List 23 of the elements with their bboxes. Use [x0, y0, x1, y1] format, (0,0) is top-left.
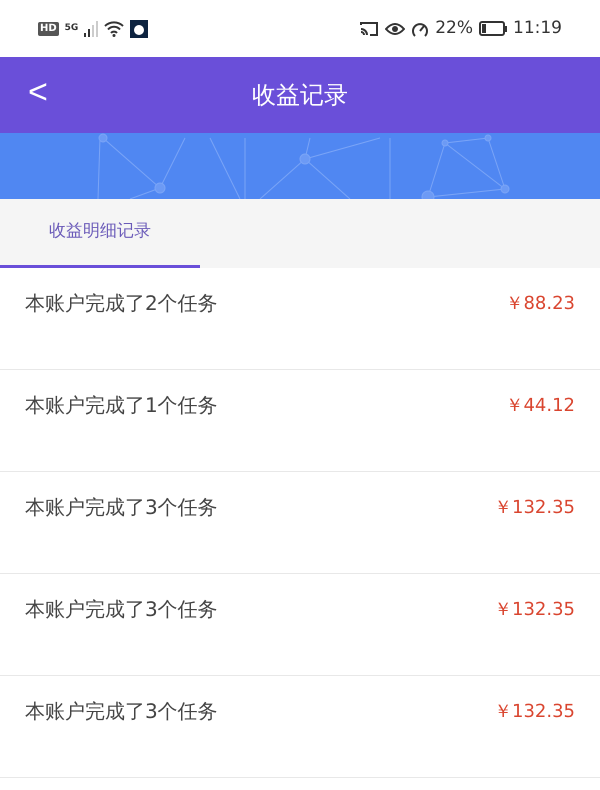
record-description: 本账户完成了3个任务 — [25, 596, 218, 623]
battery-percent: 22% — [435, 16, 473, 40]
back-button[interactable]: < — [26, 75, 50, 109]
speedometer-icon — [411, 20, 430, 36]
clock-time: 11:19 — [513, 16, 562, 40]
page-title: 收益记录 — [252, 80, 348, 111]
cast-icon — [359, 20, 380, 36]
app-notification-icon — [130, 20, 148, 38]
signal-icon — [84, 20, 98, 36]
record-description: 本账户完成了3个任务 — [25, 494, 218, 521]
network-label: 5G — [64, 24, 78, 33]
record-description: 本账户完成了3个任务 — [25, 698, 218, 725]
record-description: 本账户完成了1个任务 — [25, 392, 218, 419]
wifi-icon — [104, 20, 124, 36]
record-amount: ￥88.23 — [505, 292, 575, 316]
record-amount: ￥132.35 — [494, 496, 575, 520]
eye-icon — [385, 22, 406, 36]
battery-icon — [479, 21, 507, 36]
record-amount: ￥132.35 — [494, 700, 575, 724]
hd-badge: HD — [38, 22, 59, 36]
record-amount: ￥44.12 — [505, 394, 575, 418]
record-description: 本账户完成了2个任务 — [25, 290, 218, 317]
record-amount: ￥132.35 — [494, 598, 575, 622]
